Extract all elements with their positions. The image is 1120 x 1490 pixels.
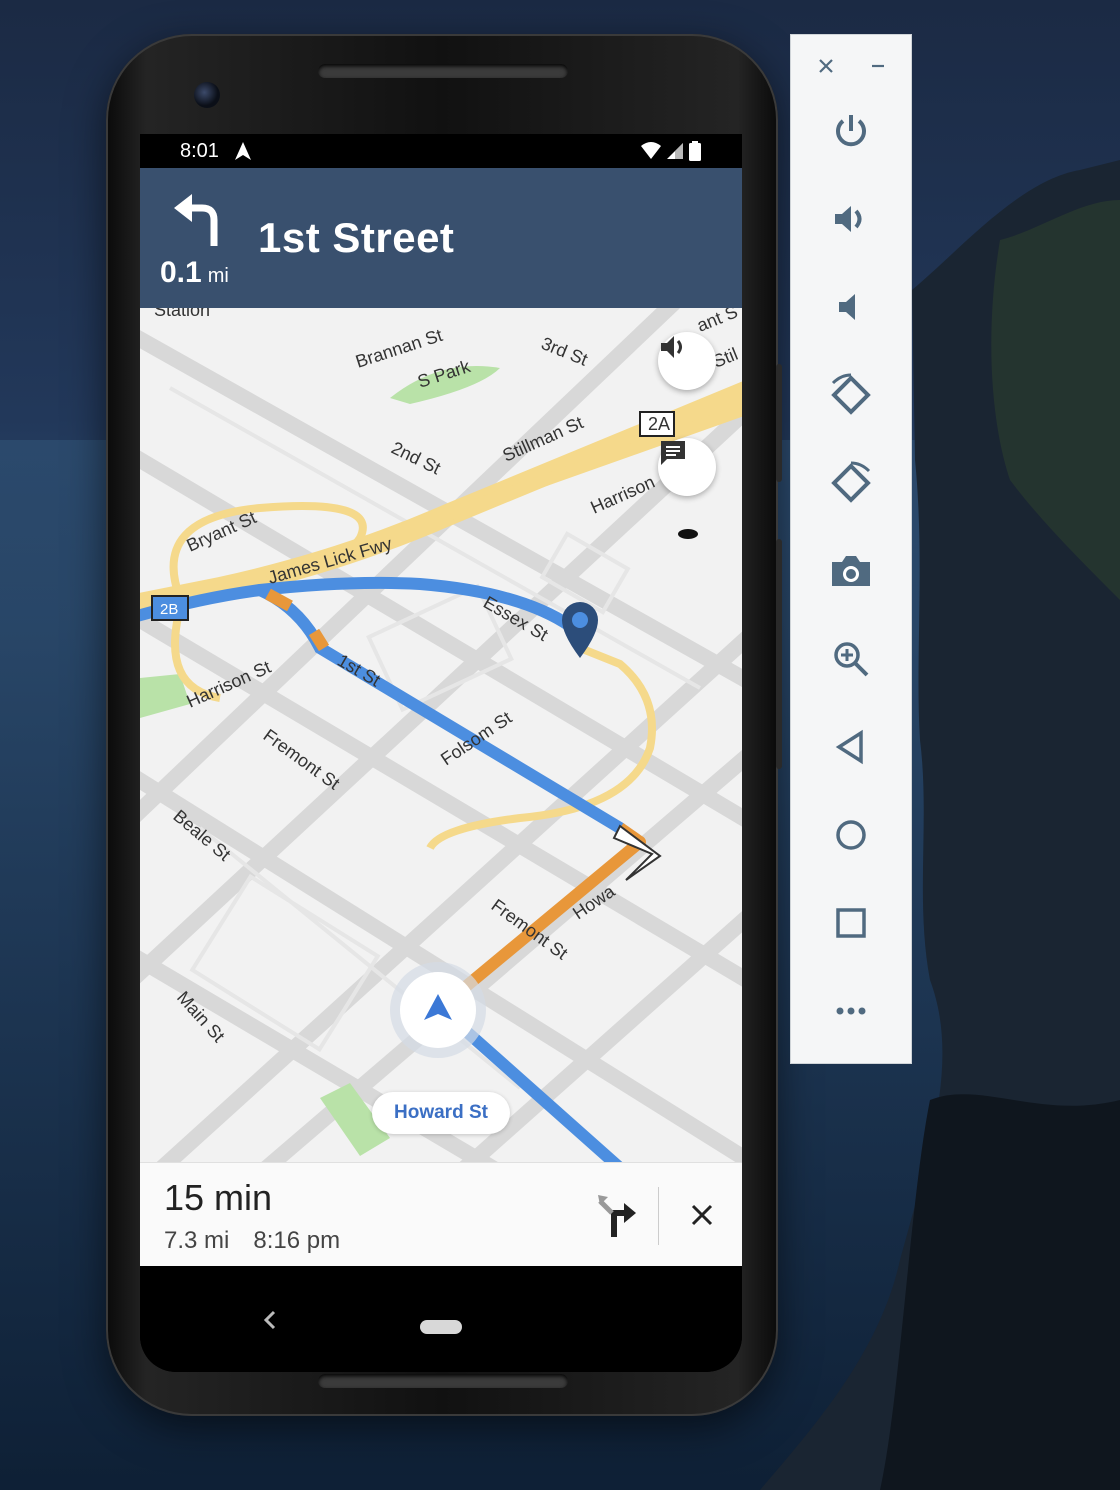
trip-details: 7.3 mi 8:16 pm: [164, 1227, 340, 1255]
rotate-left-icon: [831, 373, 871, 415]
rotate-right-icon: [831, 461, 871, 503]
power-button[interactable]: [821, 101, 881, 161]
next-street-name: 1st Street: [258, 214, 455, 261]
phone-volume-rocker[interactable]: [776, 539, 782, 769]
map-canvas[interactable]: 2A 2B Station Brannan St S Park 3rd St a…: [140, 308, 742, 1162]
alternate-routes-icon[interactable]: [594, 1191, 642, 1239]
phone-power-button[interactable]: [776, 364, 782, 482]
distance-value: 0.1: [160, 256, 202, 289]
turn-left-icon: [174, 194, 218, 246]
volume-icon: [661, 336, 682, 358]
back-icon: [835, 729, 863, 765]
map-view[interactable]: 2A 2B Station Brannan St S Park 3rd St a…: [140, 308, 742, 1162]
earpiece-speaker: [318, 64, 568, 78]
phone-screen: 8:01 0.1 mi 1st Street 2A 2B Station Bra…: [140, 134, 742, 1372]
eta-duration: 15 min: [164, 1177, 273, 1218]
current-road-label: Howard St: [372, 1092, 510, 1134]
exit-2b-label: 2B: [160, 601, 178, 618]
volume-up-icon: [835, 206, 862, 232]
navigation-arrow-icon: [234, 142, 251, 160]
home-icon: [836, 820, 866, 850]
emulator-toolbar: [790, 34, 912, 1064]
wifi-icon: [641, 142, 661, 159]
back-chevron-icon[interactable]: [258, 1306, 280, 1334]
navigation-instruction-header[interactable]: 0.1 mi 1st Street: [140, 168, 742, 308]
cellular-signal-icon: [667, 143, 683, 159]
zoom-icon: [834, 642, 869, 677]
distance-unit: mi: [207, 265, 229, 287]
overview-button[interactable]: [821, 893, 881, 953]
end-navigation-button[interactable]: [680, 1193, 724, 1237]
status-time: 8:01: [180, 139, 219, 162]
front-camera: [194, 82, 220, 108]
toolbar-window-controls: [791, 49, 911, 83]
volume-up-button[interactable]: [821, 189, 881, 249]
report-incident-button[interactable]: [658, 438, 716, 496]
arrival-time: 8:16 pm: [253, 1227, 341, 1254]
volume-down-button[interactable]: [821, 277, 881, 337]
more-button[interactable]: [821, 981, 881, 1041]
map-label-station: Station: [154, 308, 210, 320]
camera-icon: [832, 556, 870, 586]
distance-to-turn: 0.1 mi: [160, 256, 229, 290]
overview-icon: [836, 908, 866, 938]
home-pill-button[interactable]: [420, 1320, 462, 1334]
close-icon[interactable]: [813, 53, 839, 79]
bottom-speaker: [318, 1374, 568, 1388]
rotate-right-button[interactable]: [821, 453, 881, 513]
message-icon: [661, 441, 685, 465]
minimize-icon[interactable]: [865, 53, 891, 79]
exit-2a-label: 2A: [648, 414, 670, 434]
status-icons: [640, 141, 702, 161]
trip-summary-sheet[interactable]: 15 min 7.3 mi 8:16 pm: [140, 1162, 742, 1266]
map-label-2nd: 2nd St: [388, 438, 444, 479]
status-bar: 8:01: [140, 134, 742, 168]
power-icon: [836, 115, 866, 147]
current-location-puck-icon: [390, 962, 486, 1058]
trip-distance: 7.3 mi: [164, 1227, 230, 1254]
volume-down-icon: [839, 294, 855, 320]
sheet-divider: [658, 1187, 659, 1245]
zoom-button[interactable]: [821, 629, 881, 689]
map-label-3rd: 3rd St: [539, 333, 591, 370]
close-icon: [691, 1204, 713, 1226]
back-button[interactable]: [821, 717, 881, 777]
screenshot-button[interactable]: [821, 541, 881, 601]
map-label-bryant-right: ant S: [694, 308, 740, 336]
android-navigation-bar: [140, 1266, 742, 1372]
battery-icon: [689, 141, 701, 161]
rotate-left-button[interactable]: [821, 365, 881, 425]
sound-toggle-button[interactable]: [658, 332, 716, 390]
phone-frame: 8:01 0.1 mi 1st Street 2A 2B Station Bra…: [106, 34, 782, 1416]
more-icon: [836, 1007, 866, 1015]
map-label-brannan: Brannan St: [353, 325, 445, 372]
home-button[interactable]: [821, 805, 881, 865]
